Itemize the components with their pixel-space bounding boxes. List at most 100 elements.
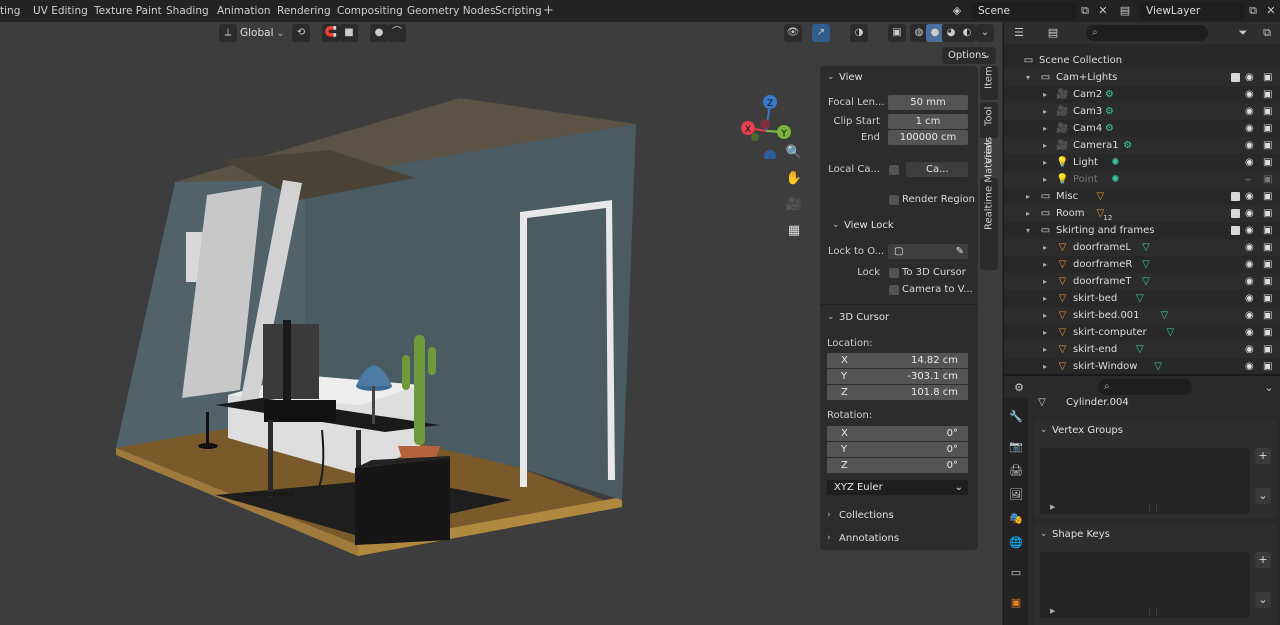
- rotation-y-field[interactable]: Y 0°: [827, 442, 968, 457]
- exclude-checkbox[interactable]: [1231, 226, 1240, 235]
- filter-icon[interactable]: ⏷: [1234, 24, 1252, 42]
- object-row[interactable]: ▸ ▽ skirt-bed.001 ▽ ◉ ▣: [1004, 307, 1280, 324]
- expand-chevron-icon[interactable]: ▸: [1043, 307, 1047, 324]
- cursor-y-field[interactable]: Y -303.1 cm: [827, 369, 968, 384]
- mesh-data-icon[interactable]: ▽: [1151, 360, 1165, 373]
- properties-editor-type-icon[interactable]: ⚙: [1010, 379, 1028, 397]
- eyedropper-icon[interactable]: ✎: [956, 244, 964, 259]
- expand-chevron-icon[interactable]: ▸: [1043, 341, 1047, 358]
- delete-view-layer-icon[interactable]: ✕: [1262, 2, 1280, 20]
- render-camera-icon[interactable]: ▣: [1263, 222, 1272, 239]
- eye-icon[interactable]: ◉: [1245, 86, 1254, 103]
- object-row[interactable]: ▸ 🎥 Camera1 ⚙ ◉ ▣: [1004, 137, 1280, 154]
- eye-icon[interactable]: ◉: [1245, 222, 1254, 239]
- ortho-grid-icon[interactable]: ▦: [783, 220, 805, 242]
- camera-data-icon[interactable]: ⚙: [1121, 139, 1135, 152]
- shape-key-menu-button[interactable]: ⌄: [1255, 592, 1271, 608]
- object-row[interactable]: ▸ 🎥 Cam2 ⚙ ◉ ▣: [1004, 86, 1280, 103]
- delete-scene-icon[interactable]: ✕: [1094, 2, 1112, 20]
- light-data-icon[interactable]: ✺: [1109, 156, 1123, 169]
- local-camera-checkbox[interactable]: [889, 165, 899, 175]
- xray-toggle-icon[interactable]: ▣: [888, 24, 906, 42]
- collapse-chevron-icon[interactable]: ▾: [1026, 222, 1030, 239]
- render-camera-icon[interactable]: ▣: [1263, 86, 1272, 103]
- tool-tab-icon[interactable]: 🔧: [1007, 408, 1025, 426]
- workspace-tab-scripting[interactable]: Scripting: [487, 0, 550, 22]
- outliner-search-input[interactable]: ⌕: [1086, 25, 1208, 41]
- camera-to-view-checkbox[interactable]: [889, 285, 899, 295]
- collection-row[interactable]: ▸ ▭ Room ▽ 12 ◉ ▣: [1004, 205, 1280, 222]
- object-data-name[interactable]: Cylinder.004: [1066, 397, 1129, 408]
- expand-chevron-icon[interactable]: ▸: [1043, 86, 1047, 103]
- cursor-x-field[interactable]: X 14.82 cm: [827, 353, 968, 368]
- camera-data-icon[interactable]: ⚙: [1102, 105, 1116, 118]
- render-camera-icon[interactable]: ▣: [1263, 69, 1272, 86]
- object-row[interactable]: ▸ 🎥 Cam3 ⚙ ◉ ▣: [1004, 103, 1280, 120]
- display-mode-icon[interactable]: ▤: [1044, 24, 1062, 42]
- mesh-data-icon[interactable]: ▽: [1139, 241, 1153, 254]
- clip-start-field[interactable]: 1 cm: [888, 114, 968, 129]
- camera-data-icon[interactable]: ⚙: [1102, 88, 1116, 101]
- falloff-icon[interactable]: ⌒: [388, 24, 406, 42]
- collection-row[interactable]: ▸ ▭ Misc ▽ ◉ ▣: [1004, 188, 1280, 205]
- object-row[interactable]: ▸ ▽ doorframeL ▽ ◉ ▣: [1004, 239, 1280, 256]
- vertex-groups-title[interactable]: Vertex Groups: [1052, 425, 1123, 436]
- render-camera-icon[interactable]: ▣: [1263, 307, 1272, 324]
- render-region-checkbox[interactable]: [889, 195, 899, 205]
- object-row[interactable]: ▸ ▽ skirt-bed ▽ ◉ ▣: [1004, 290, 1280, 307]
- eye-icon[interactable]: ◉: [1245, 324, 1254, 341]
- render-camera-icon[interactable]: ▣: [1263, 273, 1272, 290]
- cursor-z-field[interactable]: Z 101.8 cm: [827, 385, 968, 400]
- copy-view-layer-icon[interactable]: ⧉: [1244, 2, 1262, 20]
- render-camera-icon[interactable]: ▣: [1263, 205, 1272, 222]
- list-resize-handle-icon[interactable]: ⋮⋮: [1146, 504, 1160, 512]
- eye-icon[interactable]: ◉: [1245, 137, 1254, 154]
- focal-length-field[interactable]: 50 mm: [888, 95, 968, 110]
- transform-orientation-icon[interactable]: ⟂: [219, 24, 237, 42]
- eye-icon[interactable]: ◉: [1245, 205, 1254, 222]
- object-tab-icon[interactable]: ▣: [1007, 594, 1025, 612]
- transform-orientation-chevron-icon[interactable]: ⌄: [276, 24, 285, 42]
- tab-item[interactable]: Item: [980, 66, 998, 100]
- expand-chevron-icon[interactable]: ▸: [1026, 188, 1030, 205]
- eye-icon[interactable]: ◉: [1245, 358, 1254, 374]
- camera-view-icon[interactable]: 🎥: [783, 194, 805, 216]
- scene-name-field[interactable]: Scene: [972, 2, 1076, 20]
- lock-to-object-field[interactable]: ▢ ✎: [888, 244, 968, 259]
- snap-icon[interactable]: 🧲: [322, 24, 340, 42]
- collection-tab-icon[interactable]: ▭: [1007, 564, 1025, 582]
- clip-end-field[interactable]: 100000 cm: [888, 130, 968, 145]
- scene-selector-icon[interactable]: ◈: [948, 2, 966, 20]
- eye-closed-icon[interactable]: ⌣: [1245, 171, 1252, 188]
- overlay-toggle-icon[interactable]: ◑: [850, 24, 868, 42]
- workspace-tab-shading[interactable]: Shading: [158, 0, 217, 22]
- world-tab-icon[interactable]: 🌐: [1007, 534, 1025, 552]
- new-collection-icon[interactable]: ⧉: [1258, 24, 1276, 42]
- expand-chevron-icon[interactable]: ▸: [1043, 239, 1047, 256]
- eye-icon[interactable]: ◉: [1245, 307, 1254, 324]
- object-row[interactable]: ▸ ▽ skirt-Window ▽ ◉ ▣: [1004, 358, 1280, 374]
- expand-chevron-icon[interactable]: ▸: [1043, 358, 1047, 374]
- list-expand-icon[interactable]: ▶: [1050, 503, 1055, 511]
- output-tab-icon[interactable]: 🖨: [1007, 462, 1025, 480]
- expand-chevron-icon[interactable]: ▸: [1026, 205, 1030, 222]
- add-workspace-button[interactable]: +: [543, 0, 554, 22]
- view-layer-selector-icon[interactable]: ▤: [1116, 2, 1134, 20]
- expand-chevron-icon[interactable]: ▸: [1043, 103, 1047, 120]
- collection-row[interactable]: ▾ ▭ Skirting and frames ◉ ▣: [1004, 222, 1280, 239]
- gizmo-toggle-icon[interactable]: ↗: [812, 24, 830, 42]
- view-layer-field[interactable]: ViewLayer: [1140, 2, 1244, 20]
- eye-icon[interactable]: ◉: [1245, 120, 1254, 137]
- rotation-mode-select[interactable]: XYZ Euler ⌄: [827, 480, 968, 495]
- exclude-checkbox[interactable]: [1231, 73, 1240, 82]
- render-camera-icon[interactable]: ▣: [1263, 154, 1272, 171]
- mesh-data-icon[interactable]: ▽: [1133, 343, 1147, 356]
- vertex-group-menu-button[interactable]: ⌄: [1255, 488, 1271, 504]
- list-resize-handle-icon[interactable]: ⋮⋮: [1146, 608, 1160, 616]
- tab-realtime-materials[interactable]: Realtime Materials: [980, 137, 998, 270]
- rotation-z-field[interactable]: Z 0°: [827, 458, 968, 473]
- scene-collection-row[interactable]: ▭ Scene Collection: [1004, 52, 1280, 69]
- scene-tab-icon[interactable]: 🎭: [1007, 510, 1025, 528]
- object-row[interactable]: ▸ ▽ doorframeT ▽ ◉ ▣: [1004, 273, 1280, 290]
- editor-type-icon[interactable]: ☰: [1010, 24, 1028, 42]
